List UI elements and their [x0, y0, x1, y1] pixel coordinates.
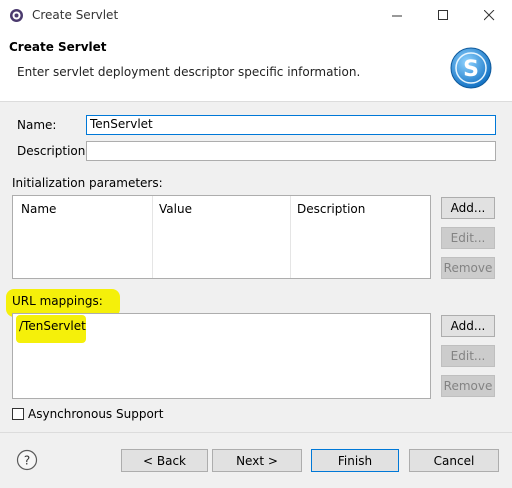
init-params-edit-button[interactable]: Edit...: [441, 227, 495, 249]
svg-text:S: S: [463, 57, 479, 82]
column-header-name[interactable]: Name: [21, 202, 56, 216]
url-mappings-edit-button[interactable]: Edit...: [441, 345, 495, 367]
maximize-icon: [437, 10, 448, 20]
init-params-remove-button[interactable]: Remove: [441, 257, 495, 279]
servlet-logo-icon: S: [450, 47, 492, 89]
svg-text:?: ?: [24, 454, 30, 468]
name-field[interactable]: TenServlet: [86, 115, 496, 135]
window-title: Create Servlet: [32, 8, 119, 22]
cancel-button[interactable]: Cancel: [409, 449, 499, 472]
async-support-label: Asynchronous Support: [28, 407, 164, 421]
async-support-checkbox[interactable]: [12, 408, 24, 420]
column-header-description[interactable]: Description: [297, 202, 365, 216]
name-label: Name:: [17, 118, 57, 132]
close-icon: [483, 10, 494, 21]
minimize-button[interactable]: [374, 0, 420, 31]
url-mappings-label: URL mappings:: [12, 294, 103, 308]
url-mappings-remove-button[interactable]: Remove: [441, 375, 495, 397]
back-button[interactable]: < Back: [121, 449, 208, 472]
url-mappings-list[interactable]: /TenServlet: [12, 313, 431, 399]
page-title: Create Servlet: [9, 40, 107, 54]
description-field[interactable]: [86, 141, 496, 161]
init-params-table[interactable]: Name Value Description: [12, 195, 431, 279]
url-mappings-add-button[interactable]: Add...: [441, 315, 495, 337]
column-header-value[interactable]: Value: [159, 202, 192, 216]
init-params-label: Initialization parameters:: [12, 176, 163, 190]
app-icon: [10, 9, 23, 22]
close-button[interactable]: [466, 0, 512, 31]
help-icon[interactable]: ?: [16, 449, 38, 471]
maximize-button[interactable]: [420, 0, 466, 31]
minimize-icon: [391, 15, 402, 17]
finish-button[interactable]: Finish: [311, 449, 399, 472]
init-params-add-button[interactable]: Add...: [441, 197, 495, 219]
page-description: Enter servlet deployment descriptor spec…: [17, 65, 361, 79]
description-label: Description:: [17, 144, 90, 158]
next-button[interactable]: Next >: [212, 449, 302, 472]
url-mapping-item[interactable]: /TenServlet: [19, 319, 86, 333]
